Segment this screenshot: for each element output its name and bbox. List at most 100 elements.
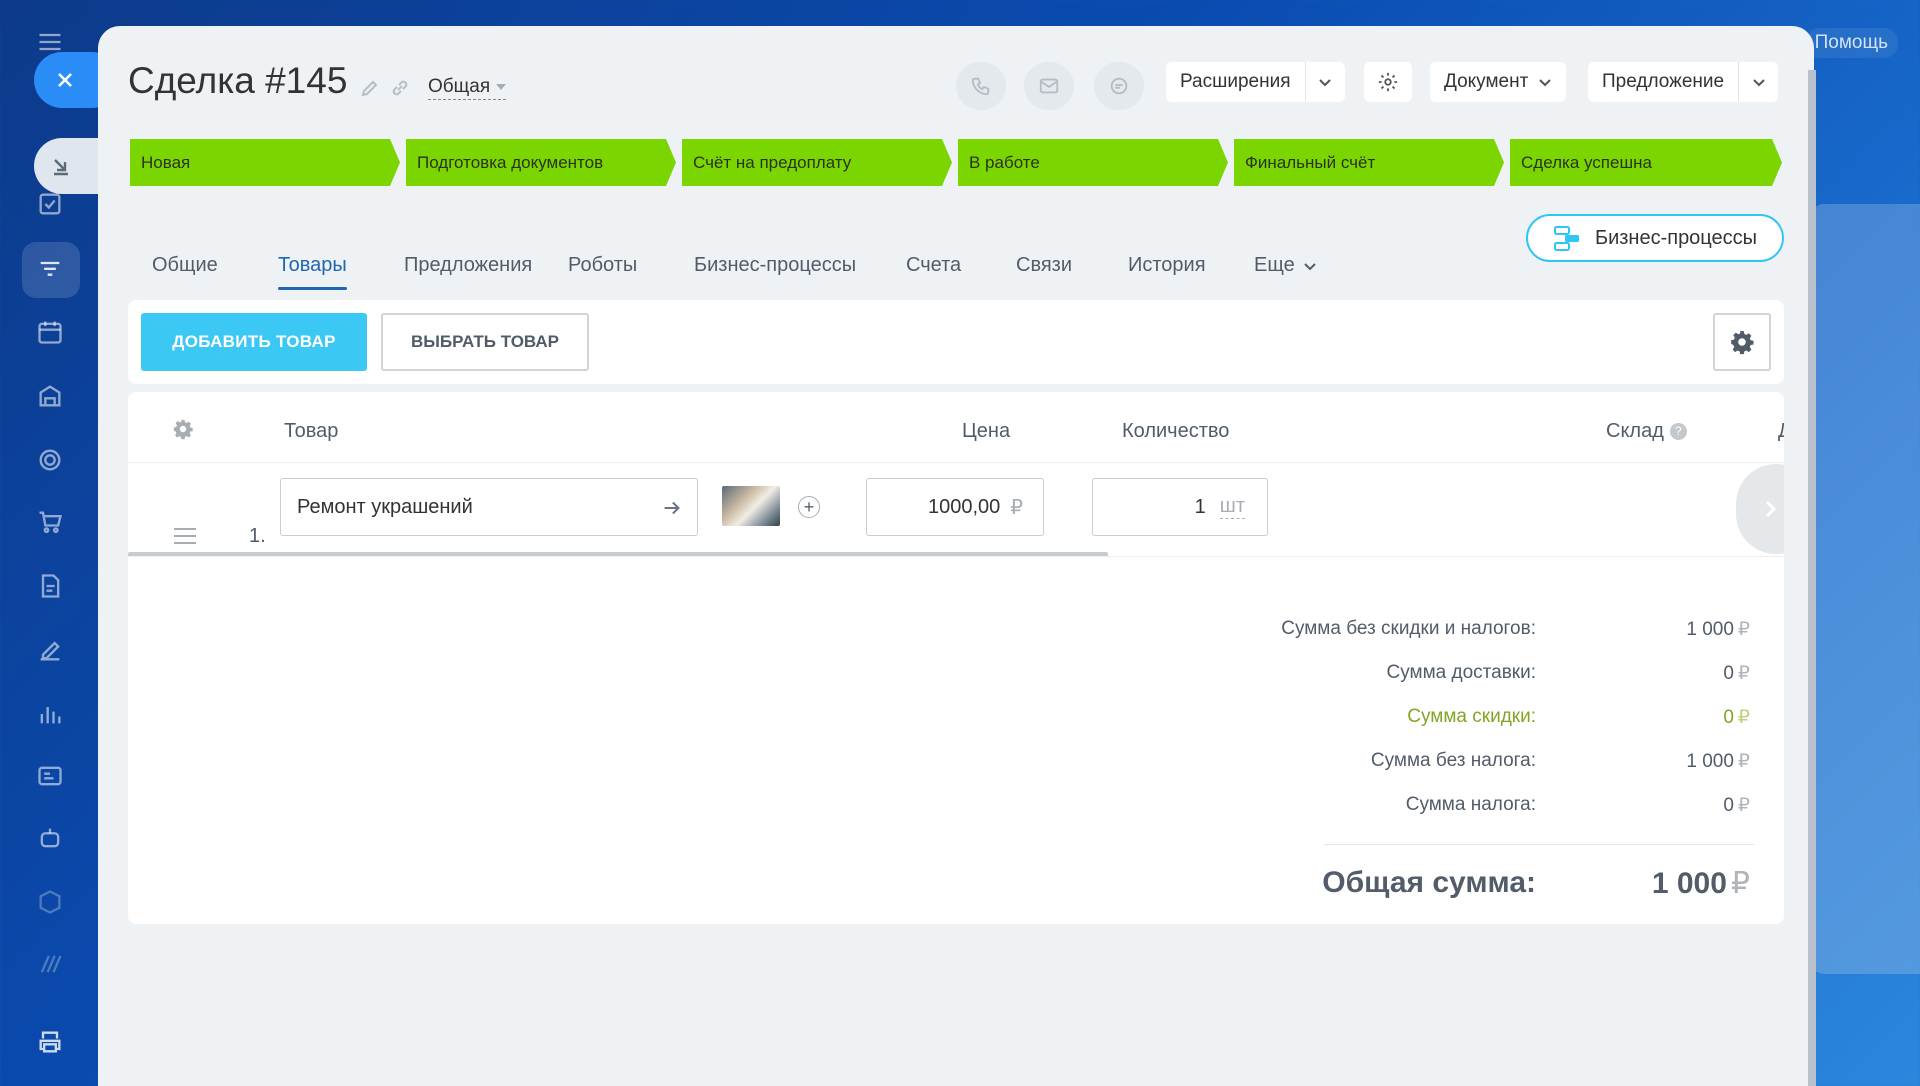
stage-in-work[interactable]: В работе <box>958 139 1228 186</box>
scroll-right-button[interactable] <box>1736 464 1784 554</box>
mail-icon <box>1039 78 1059 94</box>
stage-label: Новая <box>141 152 191 172</box>
tab-more-label: Еще <box>1254 254 1295 276</box>
product-settings-button[interactable] <box>1713 313 1771 371</box>
extensions-label: Расширения <box>1180 71 1291 92</box>
business-processes-label: Бизнес-процессы <box>1594 226 1758 249</box>
column-header-cut: Д <box>1778 420 1784 443</box>
document-button[interactable]: Документ <box>1430 62 1567 102</box>
page-title: Сделка #145 <box>128 60 348 101</box>
amount: 1 000 <box>1686 751 1734 772</box>
column-header-warehouse: Склад? <box>1606 420 1687 443</box>
tab-business-processes[interactable]: Бизнес-процессы <box>694 254 856 277</box>
stage-docs[interactable]: Подготовка документов <box>406 139 676 186</box>
target-icon[interactable] <box>30 440 70 480</box>
tab-history[interactable]: История <box>1128 254 1206 277</box>
total-value-no-discount: 1 000 ₽ <box>1686 618 1750 641</box>
unit-selector[interactable]: шт <box>1219 495 1245 519</box>
price-input[interactable]: 1000,00 ₽ <box>866 478 1044 536</box>
currency-symbol: ₽ <box>1737 751 1750 772</box>
document-icon[interactable] <box>30 566 70 606</box>
tab-more[interactable]: Еще <box>1254 254 1317 277</box>
business-processes-button[interactable]: Бизнес-процессы <box>1526 214 1784 262</box>
title-actions <box>360 78 410 98</box>
stage-label: Финальный счёт <box>1245 152 1376 172</box>
tab-links[interactable]: Связи <box>1016 254 1072 277</box>
panel-scroll-edge <box>1808 70 1816 1086</box>
tab-invoices[interactable]: Счета <box>906 254 961 277</box>
currency-symbol: ₽ <box>1737 619 1750 640</box>
stage-final-invoice[interactable]: Финальный счёт <box>1234 139 1504 186</box>
gear-icon <box>173 419 193 440</box>
product-name-field[interactable]: Ремонт украшений <box>280 478 698 536</box>
column-header-price: Цена <box>962 420 1011 442</box>
product-table: Товар Цена Количество Склад? Д 1. Ремонт… <box>128 392 1784 924</box>
currency-symbol: ₽ <box>1737 663 1750 684</box>
analytics-icon[interactable] <box>30 694 70 734</box>
price-value: 1000,00 <box>927 495 1001 518</box>
tab-robots[interactable]: Роботы <box>568 254 637 277</box>
add-image-plus-icon[interactable]: + <box>798 496 820 518</box>
product-image-thumbnail[interactable] <box>722 486 780 526</box>
sign-icon[interactable] <box>30 630 70 670</box>
chevron-down-icon <box>1752 79 1765 87</box>
extensions-button[interactable]: Расширения <box>1166 62 1345 102</box>
robot-icon[interactable] <box>30 818 70 858</box>
column-settings-button[interactable] <box>172 418 194 445</box>
link-icon[interactable] <box>390 78 410 98</box>
total-label-tax: Сумма налога: <box>1405 794 1536 815</box>
arrow-right-icon[interactable] <box>661 497 683 519</box>
total-label-delivery: Сумма доставки: <box>1386 662 1537 683</box>
settings-button[interactable] <box>1364 62 1412 102</box>
row-number: 1. <box>249 525 266 547</box>
amount: 0 <box>1723 795 1734 816</box>
stripes-icon[interactable] <box>30 944 70 984</box>
email-button[interactable] <box>1024 62 1074 110</box>
drag-handle-icon[interactable] <box>174 528 196 549</box>
chevron-down-icon <box>1539 79 1552 87</box>
contact-card-icon[interactable] <box>30 756 70 796</box>
stage-label: Счёт на предоплату <box>693 152 852 172</box>
minimize-panel-button[interactable] <box>34 138 104 194</box>
total-label-no-discount: Сумма без скидки и налогов: <box>1281 618 1536 639</box>
stage-success[interactable]: Сделка успешна <box>1510 139 1782 186</box>
chat-button[interactable] <box>1094 62 1144 110</box>
category-selector[interactable]: Общая <box>428 76 507 100</box>
tab-products[interactable]: Товары <box>278 254 347 290</box>
help-icon[interactable]: ? <box>1669 423 1687 441</box>
crm-funnel-icon[interactable] <box>30 250 70 290</box>
store-icon[interactable] <box>30 376 70 416</box>
extensions-dropdown[interactable] <box>1304 62 1345 102</box>
box-icon[interactable] <box>30 882 70 922</box>
cart-icon[interactable] <box>30 502 70 542</box>
chevron-right-icon <box>1765 500 1777 518</box>
stage-label: Подготовка документов <box>417 152 604 172</box>
totals-divider <box>1324 844 1754 845</box>
proposal-button[interactable]: Предложение <box>1588 62 1779 102</box>
business-process-icon <box>1553 226 1579 251</box>
tab-proposals[interactable]: Предложения <box>404 254 532 277</box>
stage-prepayment[interactable]: Счёт на предоплату <box>682 139 952 186</box>
total-label-discount: Сумма скидки: <box>1407 706 1536 727</box>
quantity-input[interactable]: 1 шт <box>1092 478 1268 536</box>
column-header-quantity: Количество <box>1122 420 1230 442</box>
edit-pencil-icon[interactable] <box>360 78 380 98</box>
select-product-button[interactable]: ВЫБРАТЬ ТОВАР <box>381 313 589 371</box>
call-button[interactable] <box>956 62 1006 110</box>
total-value-discount: 0 ₽ <box>1723 706 1750 729</box>
tab-general[interactable]: Общие <box>152 254 218 277</box>
printer-icon[interactable] <box>30 1022 70 1062</box>
warehouse-label: Склад <box>1606 420 1664 442</box>
help-button[interactable]: Помощь <box>1804 28 1898 58</box>
grand-total-value: 1 000 ₽ <box>1652 866 1750 901</box>
stage-label: В работе <box>969 152 1040 172</box>
currency-symbol: ₽ <box>1737 707 1750 728</box>
calendar-icon[interactable] <box>30 312 70 352</box>
gear-icon <box>1731 331 1754 355</box>
row-divider <box>128 556 1784 557</box>
proposal-dropdown[interactable] <box>1738 62 1778 102</box>
background-panel <box>1810 204 1920 974</box>
stage-new[interactable]: Новая <box>130 139 400 186</box>
header-divider <box>128 462 1784 463</box>
add-product-button[interactable]: ДОБАВИТЬ ТОВАР <box>141 313 367 371</box>
